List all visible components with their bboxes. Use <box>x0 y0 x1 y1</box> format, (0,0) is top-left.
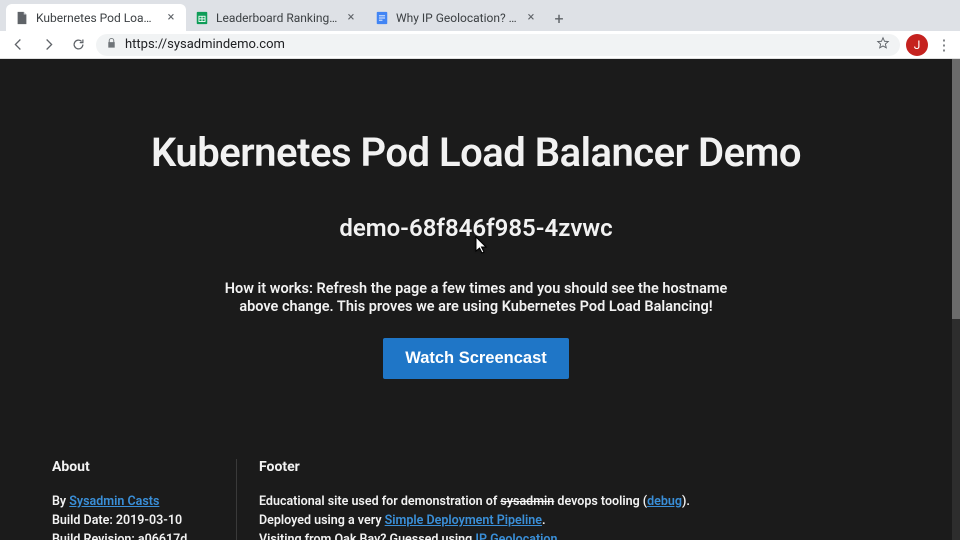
page-viewport: Kubernetes Pod Load Balancer Demo demo-6… <box>0 59 960 540</box>
pipeline-link[interactable]: Simple Deployment Pipeline <box>385 513 542 528</box>
address-bar[interactable]: https://sysadmindemo.com <box>96 34 900 56</box>
footer-line-2: Deployed using a very Simple Deployment … <box>259 512 860 531</box>
vertical-scrollbar[interactable] <box>952 59 960 540</box>
debug-link[interactable]: debug <box>647 494 682 509</box>
forward-button[interactable] <box>36 33 60 57</box>
back-button[interactable] <box>6 33 30 57</box>
footer: About By Sysadmin Casts Build Date: 2019… <box>0 419 952 540</box>
about-heading: About <box>52 459 196 475</box>
lock-icon <box>106 37 117 53</box>
close-icon[interactable]: × <box>524 11 538 25</box>
watch-screencast-button[interactable]: Watch Screencast <box>383 338 569 379</box>
sysadmin-casts-link[interactable]: Sysadmin Casts <box>69 494 159 509</box>
about-by-line: By Sysadmin Casts <box>52 493 196 512</box>
reload-button[interactable] <box>66 33 90 57</box>
new-tab-button[interactable]: + <box>546 5 572 31</box>
kebab-menu-icon[interactable]: ⋮ <box>934 36 954 54</box>
footer-heading: Footer <box>259 459 860 475</box>
page-content: Kubernetes Pod Load Balancer Demo demo-6… <box>0 59 952 540</box>
page-title: Kubernetes Pod Load Balancer Demo <box>40 129 912 176</box>
hero-section: Kubernetes Pod Load Balancer Demo demo-6… <box>0 59 952 419</box>
hostname: demo-68f846f985-4zvwc <box>40 214 912 242</box>
url-text: https://sysadmindemo.com <box>125 37 868 52</box>
tab-1[interactable]: Kubernetes Pod Load Balancer × <box>6 4 186 31</box>
sheets-favicon-icon <box>194 10 210 26</box>
tab-title: Kubernetes Pod Load Balancer <box>36 11 158 25</box>
close-icon[interactable]: × <box>344 11 358 25</box>
star-icon[interactable] <box>876 36 890 54</box>
page-favicon-icon <box>14 10 30 26</box>
build-date-line: Build Date: 2019-03-10 <box>52 512 196 531</box>
close-icon[interactable]: × <box>164 11 178 25</box>
footer-line-3: Visiting from Oak Bay? Guessed using IP … <box>259 531 860 540</box>
toolbar: https://sysadmindemo.com J ⋮ <box>0 31 960 59</box>
build-revision-line: Build Revision: a06617d <box>52 531 196 540</box>
tab-2[interactable]: Leaderboard Ranking - Google × <box>186 4 366 31</box>
scrollbar-thumb[interactable] <box>952 59 960 319</box>
tab-title: Leaderboard Ranking - Google <box>216 11 338 25</box>
profile-avatar[interactable]: J <box>906 34 928 56</box>
footer-line-1: Educational site used for demonstration … <box>259 493 860 512</box>
tab-3[interactable]: Why IP Geolocation? - Google × <box>366 4 546 31</box>
tab-title: Why IP Geolocation? - Google <box>396 11 518 25</box>
ip-geolocation-link[interactable]: IP Geolocation <box>475 532 557 540</box>
tab-strip: Kubernetes Pod Load Balancer × Leaderboa… <box>0 0 960 31</box>
browser-window: Kubernetes Pod Load Balancer × Leaderboa… <box>0 0 960 540</box>
footer-about-column: About By Sysadmin Casts Build Date: 2019… <box>52 459 236 540</box>
footer-main-column: Footer Educational site used for demonst… <box>236 459 900 540</box>
how-it-works-text: How it works: Refresh the page a few tim… <box>206 280 746 316</box>
docs-favicon-icon <box>374 10 390 26</box>
